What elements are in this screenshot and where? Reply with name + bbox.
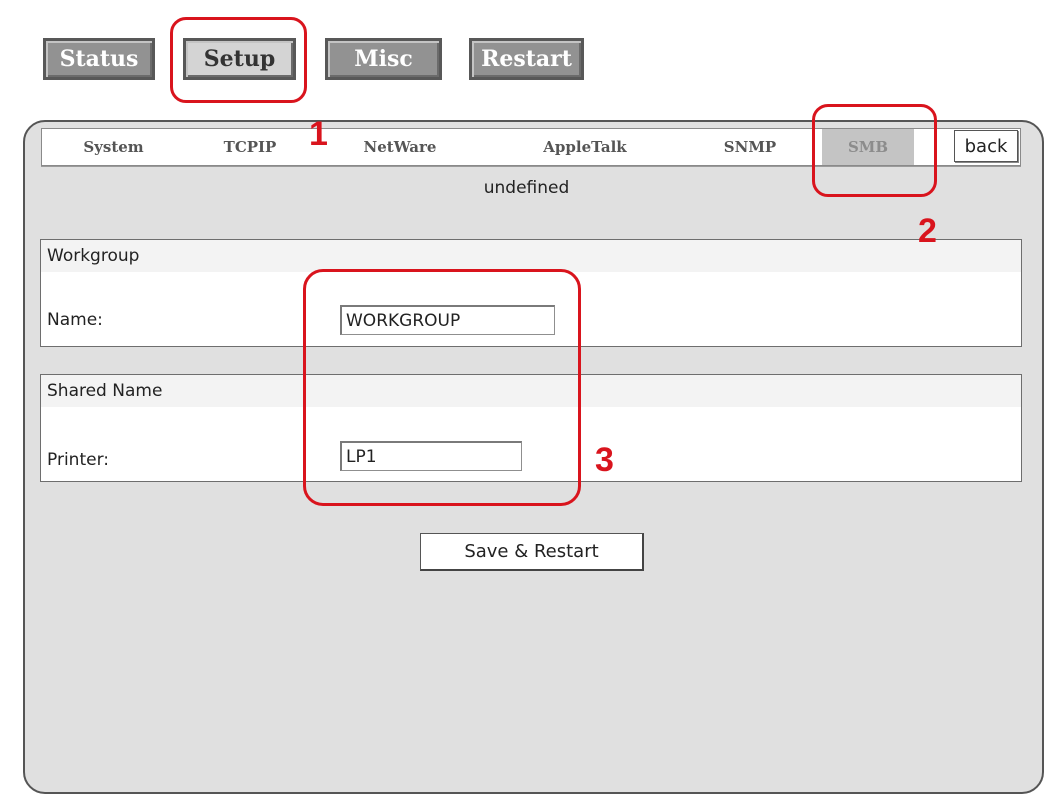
restart-button[interactable]: Restart (469, 38, 584, 80)
tab-system[interactable]: System (56, 128, 171, 166)
callout-number-2: 2 (918, 212, 937, 250)
callout-number-1: 1 (309, 115, 328, 153)
workgroup-name-input[interactable] (340, 305, 555, 335)
tab-snmp[interactable]: SNMP (705, 128, 795, 166)
workgroup-section: Workgroup Name: (40, 239, 1022, 347)
setup-button[interactable]: Setup (183, 38, 296, 80)
save-restart-button[interactable]: Save & Restart (420, 533, 644, 571)
printer-share-input[interactable] (340, 441, 522, 471)
tab-tcpip[interactable]: TCPIP (200, 128, 300, 166)
workgroup-heading: Workgroup (41, 240, 1021, 272)
callout-number-3: 3 (595, 441, 614, 479)
shared-name-heading: Shared Name (41, 375, 1021, 407)
tab-netware[interactable]: NetWare (340, 128, 460, 166)
tab-smb[interactable]: SMB (822, 129, 914, 165)
shared-name-section: Shared Name Printer: (40, 374, 1022, 482)
misc-button[interactable]: Misc (325, 38, 442, 80)
status-button[interactable]: Status (43, 38, 155, 80)
name-label: Name: (47, 310, 103, 330)
back-button[interactable]: back (954, 130, 1018, 162)
page-subtitle: undefined (483, 178, 570, 198)
tab-appletalk[interactable]: AppleTalk (515, 128, 655, 166)
printer-label: Printer: (47, 450, 109, 470)
